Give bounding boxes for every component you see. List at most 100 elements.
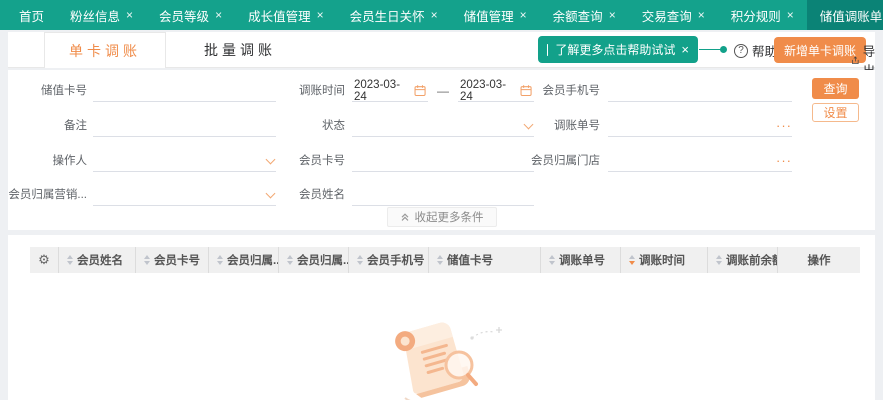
- sort-icon[interactable]: [549, 255, 555, 265]
- double-chevron-up-icon: [401, 213, 408, 221]
- column-label: 储值卡号: [447, 255, 493, 267]
- content-shell: 单卡调账 批量调账 了解更多点击帮助试试 × ? 帮助 新增单卡调账 导出 储值…: [8, 32, 875, 400]
- column-label: 调账单号: [559, 255, 605, 267]
- tab-label: 会员等级: [159, 9, 210, 24]
- remark-input[interactable]: [93, 115, 276, 136]
- tab-label: 首页: [19, 9, 45, 24]
- col-member-name[interactable]: 会员姓名: [58, 247, 135, 273]
- column-label: 会员归属...: [297, 255, 348, 267]
- export-icon: [852, 55, 859, 64]
- more-options-icon[interactable]: ···: [776, 154, 792, 167]
- sort-icon[interactable]: [357, 255, 363, 265]
- topbar-tab-balance-query[interactable]: 余额查询 ×: [540, 0, 629, 30]
- topbar-tab-home[interactable]: 首页: [6, 0, 57, 30]
- remark-label: 备注: [64, 120, 87, 132]
- col-adjust-time[interactable]: 调账时间: [620, 247, 707, 273]
- tooltip-text: 了解更多点击帮助试试: [555, 43, 676, 57]
- adjust-time-start-picker[interactable]: 2023-03-24: [352, 78, 428, 103]
- adjust-time-range: 2023-03-24 — 2023-03-24: [352, 78, 534, 103]
- member-store-field[interactable]: ···: [608, 150, 792, 172]
- tooltip-connector-dot: [720, 46, 727, 53]
- sort-icon[interactable]: [144, 255, 150, 265]
- tab-close-icon[interactable]: ×: [215, 9, 222, 21]
- sub-tab-bar: 单卡调账 批量调账 了解更多点击帮助试试 × ? 帮助 新增单卡调账 导出: [8, 32, 875, 78]
- column-label: 操作: [807, 255, 831, 267]
- col-stored-card-no[interactable]: 储值卡号: [428, 247, 540, 273]
- tab-close-icon[interactable]: ×: [431, 9, 438, 21]
- member-card-no-input[interactable]: [352, 150, 534, 171]
- sort-icon[interactable]: [67, 255, 73, 265]
- tooltip-close-icon[interactable]: ×: [675, 42, 689, 57]
- tab-batch-adjust[interactable]: 批量调账: [180, 32, 300, 68]
- sort-icon[interactable]: [437, 255, 443, 265]
- topbar-tab-stored-value-adjust-active[interactable]: 储值调账单 ×: [806, 0, 883, 30]
- tab-close-icon[interactable]: ×: [787, 9, 794, 21]
- search-button[interactable]: 查询: [812, 78, 859, 99]
- operator-label: 操作人: [52, 155, 88, 167]
- stored-card-no-input[interactable]: [93, 80, 276, 101]
- col-member-belong-2[interactable]: 会员归属...: [278, 247, 348, 273]
- start-date-value: 2023-03-24: [354, 78, 401, 103]
- column-label: 调账时间: [639, 255, 685, 267]
- help-button[interactable]: ? 帮助: [734, 41, 777, 60]
- sort-icon[interactable]: [287, 255, 293, 265]
- question-circle-icon: ?: [734, 43, 748, 58]
- tab-single-card-adjust[interactable]: 单卡调账: [44, 32, 166, 68]
- tab-label: 储值管理: [463, 9, 514, 24]
- sort-icon[interactable]: [716, 255, 722, 265]
- tab-label: 积分规则: [730, 9, 781, 24]
- tab-label: 交易查询: [641, 9, 692, 24]
- stored-card-no-field: [93, 80, 276, 102]
- table-header-row: ⚙ 会员姓名 会员卡号 会员归属... 会员归属... 会员手机号 储值卡号 调…: [30, 247, 860, 273]
- member-phone-input[interactable]: [608, 80, 792, 101]
- column-label: 会员归属...: [227, 255, 278, 267]
- topbar-tab-birthday-care[interactable]: 会员生日关怀 ×: [337, 0, 451, 30]
- settings-button[interactable]: 设置: [812, 103, 859, 122]
- tab-close-icon[interactable]: ×: [698, 9, 705, 21]
- member-marketing-select[interactable]: [93, 184, 276, 206]
- operator-select[interactable]: [93, 150, 276, 172]
- col-member-belong-1[interactable]: 会员归属...: [208, 247, 278, 273]
- tooltip-connector-line: [699, 49, 721, 50]
- topbar-tab-growth-value[interactable]: 成长值管理 ×: [235, 0, 337, 30]
- collapse-conditions-button[interactable]: 收起更多条件: [386, 207, 497, 227]
- column-label: 会员卡号: [154, 255, 200, 267]
- status-label: 状态: [322, 120, 345, 132]
- member-name-input[interactable]: [352, 184, 534, 205]
- tab-close-icon[interactable]: ×: [520, 9, 527, 21]
- tab-close-icon[interactable]: ×: [317, 9, 324, 21]
- col-actions: 操作: [777, 247, 860, 273]
- stored-card-no-label: 储值卡号: [41, 85, 87, 97]
- empty-state-illustration: [377, 303, 507, 400]
- tab-label: 会员生日关怀: [349, 9, 425, 24]
- status-select[interactable]: [352, 115, 534, 137]
- topbar-tab-member-level[interactable]: 会员等级 ×: [146, 0, 235, 30]
- sort-icon-active-desc[interactable]: [629, 255, 635, 265]
- filter-panel: 储值卡号 调账时间 2023-03-24 — 2023-03-24 会员手机号 …: [8, 70, 875, 230]
- topbar-tab-stored-value-mgmt[interactable]: 储值管理 ×: [451, 0, 540, 30]
- topbar-tab-fans-info[interactable]: 粉丝信息 ×: [57, 0, 146, 30]
- tab-label: 储值调账单: [819, 9, 883, 24]
- sort-icon[interactable]: [217, 255, 223, 265]
- collapse-label: 收起更多条件: [414, 212, 484, 224]
- topbar-tab-transaction-query[interactable]: 交易查询 ×: [629, 0, 718, 30]
- member-name-label: 会员姓名: [299, 189, 345, 201]
- gear-icon[interactable]: ⚙: [38, 252, 50, 268]
- member-store-label: 会员归属门店: [531, 155, 600, 167]
- member-marketing-label: 会员归属营销...: [8, 189, 87, 201]
- col-member-card-no[interactable]: 会员卡号: [135, 247, 208, 273]
- col-adjust-no[interactable]: 调账单号: [540, 247, 620, 273]
- help-tooltip: 了解更多点击帮助试试 ×: [538, 36, 698, 63]
- column-settings-cell[interactable]: ⚙: [30, 247, 58, 273]
- col-member-phone[interactable]: 会员手机号: [348, 247, 428, 273]
- tab-label: 余额查询: [552, 9, 603, 24]
- topbar-tab-points-rules[interactable]: 积分规则 ×: [718, 0, 807, 30]
- adjust-no-field[interactable]: ···: [608, 115, 792, 137]
- adjust-time-label: 调账时间: [299, 85, 345, 97]
- column-label: 调账前余额: [726, 255, 777, 267]
- tab-close-icon[interactable]: ×: [126, 9, 133, 21]
- member-phone-field: [608, 80, 792, 102]
- more-options-icon[interactable]: ···: [776, 119, 792, 132]
- tab-close-icon[interactable]: ×: [609, 9, 616, 21]
- col-balance-before[interactable]: 调账前余额: [707, 247, 777, 273]
